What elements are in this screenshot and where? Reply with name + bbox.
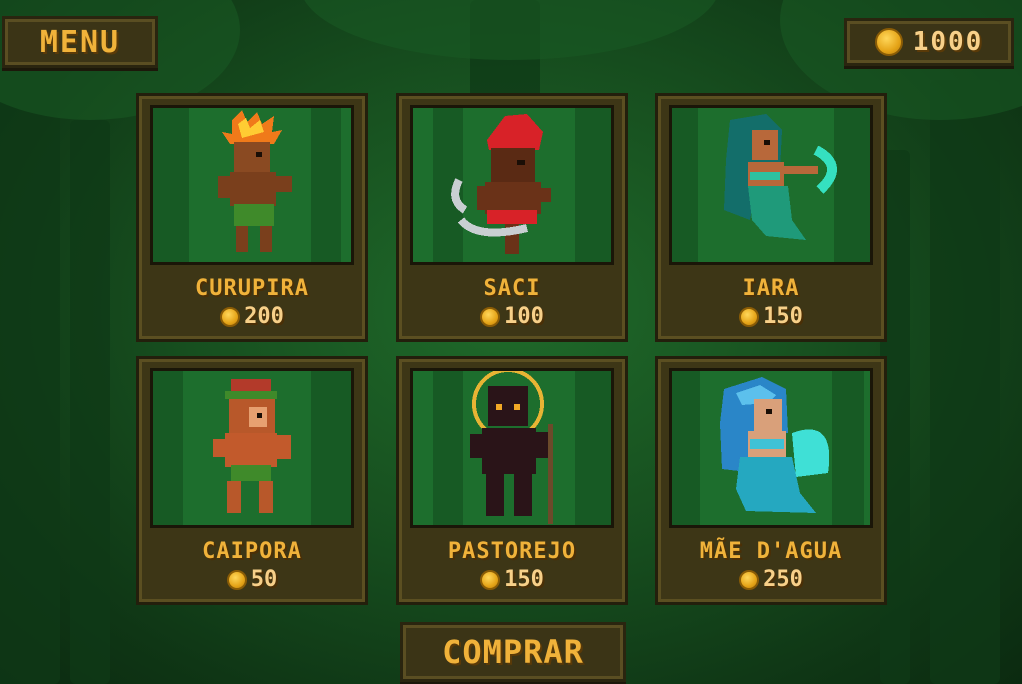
character-card-mae-dagua[interactable]: MÃE D'AGUA 250 [655, 356, 887, 605]
character-name: CURUPIRA [195, 276, 309, 301]
coin-icon [480, 306, 501, 327]
menu-button[interactable]: MENU [2, 16, 158, 68]
character-name: SACI [483, 276, 541, 301]
coin-icon [874, 28, 903, 56]
curupira-sprite [218, 110, 292, 252]
character-portrait [150, 105, 354, 265]
character-card-saci[interactable]: SACI 100 [396, 93, 628, 342]
coin-balance-value: 1000 [912, 27, 984, 57]
mae-dagua-sprite [720, 377, 830, 513]
character-card-caipora[interactable]: CAIPORA 50 [136, 356, 368, 605]
coin-icon [739, 306, 760, 327]
character-price: 100 [399, 304, 625, 329]
character-price-value: 150 [504, 567, 544, 592]
coin-icon [220, 306, 241, 327]
character-price: 250 [658, 567, 884, 592]
coin-icon [226, 569, 247, 590]
character-card-curupira[interactable]: CURUPIRA 200 [136, 93, 368, 342]
character-name: IARA [742, 276, 800, 301]
character-portrait [669, 368, 873, 528]
character-price-value: 50 [250, 567, 278, 592]
pastorejo-sprite [470, 371, 553, 524]
character-card-pastorejo[interactable]: PASTOREJO 150 [396, 356, 628, 605]
character-name: MÃE D'AGUA [699, 539, 843, 564]
character-portrait [410, 368, 614, 528]
character-price-value: 250 [763, 567, 803, 592]
character-price: 150 [658, 304, 884, 329]
character-price: 150 [399, 567, 625, 592]
coin-balance: 1000 [844, 18, 1014, 66]
character-name: PASTOREJO [447, 539, 577, 564]
character-price: 200 [139, 304, 365, 329]
character-portrait [150, 368, 354, 528]
character-name: CAIPORA [202, 539, 302, 564]
coin-icon [480, 569, 501, 590]
character-price-value: 100 [504, 304, 544, 329]
character-card-iara[interactable]: IARA 150 [655, 93, 887, 342]
character-price-value: 200 [244, 304, 284, 329]
character-portrait [410, 105, 614, 265]
iara-sprite [724, 114, 837, 240]
character-price: 50 [139, 567, 365, 592]
buy-button[interactable]: COMPRAR [400, 622, 626, 682]
caipora-sprite [213, 379, 291, 513]
character-price-value: 150 [763, 304, 803, 329]
character-portrait [669, 105, 873, 265]
coin-icon [739, 569, 760, 590]
saci-sprite [451, 114, 551, 254]
